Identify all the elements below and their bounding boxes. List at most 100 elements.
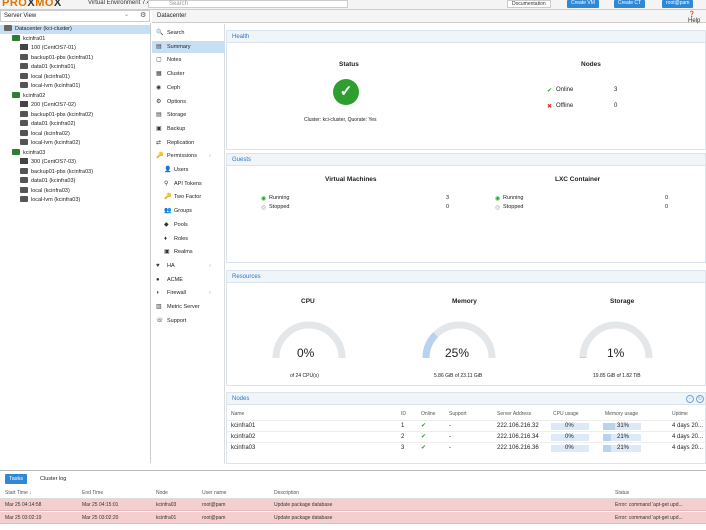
status-heading: Status [339,61,359,68]
refresh-icon[interactable]: ↻ [696,395,704,403]
tree-item[interactable]: local (kcinfra02) [0,129,150,139]
tree-item[interactable]: local-lvm (kcinfra03) [0,196,150,205]
menu-item-label: ACME [167,276,183,283]
menu-item-ceph[interactable]: ◉ Ceph [152,82,225,94]
tree-item[interactable]: backup01-pbs (kcinfra02) [0,110,150,120]
collapse-icon[interactable]: − [686,395,694,403]
menu-item-label: Storage [167,112,187,119]
task-cell: Error: command 'apt-get upd... [615,514,683,521]
menu-item-notes[interactable]: ▢ Notes [152,54,225,66]
menu-item-support[interactable]: ☏ Support [152,315,225,327]
column-header[interactable]: Name [231,409,244,420]
column-header[interactable]: User name [202,487,226,499]
vm-icon [20,158,28,164]
cpu-heading: CPU [301,298,315,305]
table-row[interactable]: kcinfra01 1 ✔ -222.106.216.32 0% 31% 4 days 20… [227,420,706,431]
menu-item-backup[interactable]: ▣ Backup [152,123,225,135]
guests-title: Guests [227,154,705,166]
menu-item-label: Users [174,167,189,173]
menu-item-metric-server[interactable]: ▥ Metric Server [152,301,225,313]
column-header[interactable]: Status [615,487,629,499]
menu-item-firewall[interactable]: ◗ Firewall › [152,287,225,299]
menu-item-options[interactable]: ⚙ Options [152,96,225,108]
tree-item[interactable]: local (kcinfra01) [0,72,150,82]
memory-sub: 5.86 GiB of 23.11 GiB [434,373,483,379]
tree-item[interactable]: data01 (kcinfra03) [0,177,150,186]
tree-item[interactable]: local (kcinfra03) [0,186,150,196]
menu-item-pools[interactable]: ◆ Pools [152,219,225,231]
storage-icon [20,110,28,117]
tree-item[interactable]: local-lvm (kcinfra01) [0,82,150,91]
menu-item-two-factor[interactable]: 🔑 Two Factor [152,191,225,203]
menu-item-search[interactable]: 🔍 Search [152,27,225,39]
column-header[interactable]: Description [274,487,299,499]
tree-item[interactable]: local-lvm (kcinfra02) [0,139,150,148]
column-header[interactable]: Online [421,409,435,420]
chevron-right-icon: › [209,153,211,160]
menu-item-realms[interactable]: ▣ Realms [152,246,225,258]
task-row[interactable]: Mar 25 04:14:58 Mar 25 04:15:01 kcinfra03 r… [0,499,706,511]
column-header[interactable]: ID [401,409,406,420]
usage-bar-fill [603,445,611,452]
tree-item[interactable]: kcinfra01 [0,34,150,44]
ceph-icon: ◉ [156,84,162,91]
tree-item[interactable]: backup01-pbs (kcinfra01) [0,53,150,63]
column-header[interactable]: Support [449,409,467,420]
column-header[interactable]: Start Time ↓ [5,487,32,499]
tree-item[interactable]: kcinfra03 [0,148,150,158]
node-icon [12,34,20,41]
menu-item-label: Two Factor [174,194,202,201]
menu-item-users[interactable]: 👤 Users [152,164,225,176]
task-row[interactable]: Mar 25 03:02:19 Mar 25 03:02:20 kcinfra01 r… [0,511,706,524]
menu-item-ha[interactable]: ♥ HA › [152,260,225,272]
tab-cluster-log[interactable]: Cluster log [36,474,70,484]
menu-item-permissions[interactable]: 🔑 Permissions › [152,150,225,162]
tree-item[interactable]: kcinfra02 [0,91,150,101]
menu-item-label: Summary [167,43,191,50]
table-row[interactable]: kcinfra03 3 ✔ - 222.106.216.36 0% 21% 4 days 20… [227,442,706,453]
tree-item[interactable]: 300 (CentOS7-03) [0,158,150,167]
search-input[interactable]: Search [148,0,348,8]
tree-item[interactable]: Datacenter (kci-cluster) [0,25,150,34]
column-header[interactable]: Uptime [672,409,688,420]
tab-tasks[interactable]: Tasks [5,474,28,484]
menu-item-roles[interactable]: ♦ Roles [152,233,225,245]
table-row[interactable]: kcinfra02 2 ✔ -222.106.216.34 0% 21% 4 days 20… [227,431,706,442]
nodes-table-body: kcinfra01 1 ✔ -222.106.216.32 0% 31% 4 days 20… [227,420,706,460]
menu-item-storage[interactable]: ▤ Storage [152,109,225,121]
column-header[interactable]: End Time [82,487,103,499]
tree-item[interactable]: 200 (CentOS7-02) [0,101,150,110]
online-label: Online [556,87,574,93]
column-header[interactable]: Memory usage [605,409,638,420]
create-ct-button[interactable]: Create CT [614,0,646,8]
column-header[interactable]: Server Address [497,409,531,420]
documentation-button[interactable]: Documentation [507,0,551,8]
menu-item-replication[interactable]: ⇄ Replication [152,137,225,149]
usage-bar-fill [603,434,611,441]
storage-icon [20,72,28,79]
menu-item-cluster[interactable]: ▦ Cluster [152,68,225,80]
acme-icon: ● [156,276,160,283]
help-button[interactable]: ❓ Help [688,11,706,24]
menu-item-label: Ceph [167,84,181,91]
create-vm-button[interactable]: Create VM [567,0,599,8]
chevron-down-icon[interactable]: ⌄ [124,11,129,18]
menu-item-summary[interactable]: ▤ Summary [152,40,225,53]
menu-item-groups[interactable]: 👥 Groups [152,205,225,217]
tree-item[interactable]: backup01-pbs (kcinfra03) [0,167,150,177]
menu-item-acme[interactable]: ● ACME [152,274,225,286]
tree-item-label: Datacenter (kci-cluster) [15,26,72,32]
menu-item-api-tokens[interactable]: ⚲ API Tokens [152,178,225,190]
vm-icon [20,44,28,50]
offline-icon: ✖ [547,104,553,110]
user-menu-button[interactable]: root@pam [662,0,694,8]
tasks-table-header: Start Time ↓ End Time Node User name Descrip… [0,487,706,499]
vm-stopped-count: 0 [446,204,450,210]
column-header[interactable]: Node [156,487,168,499]
tree-item[interactable]: 100 (CentOS7-01) [0,44,150,53]
gear-icon[interactable]: ⚙ [140,11,146,19]
node-icon [12,148,20,155]
tree-item[interactable]: data01 (kcinfra02) [0,120,150,129]
tree-item[interactable]: data01 (kcinfra01) [0,63,150,72]
column-header[interactable]: CPU usage [553,409,579,420]
